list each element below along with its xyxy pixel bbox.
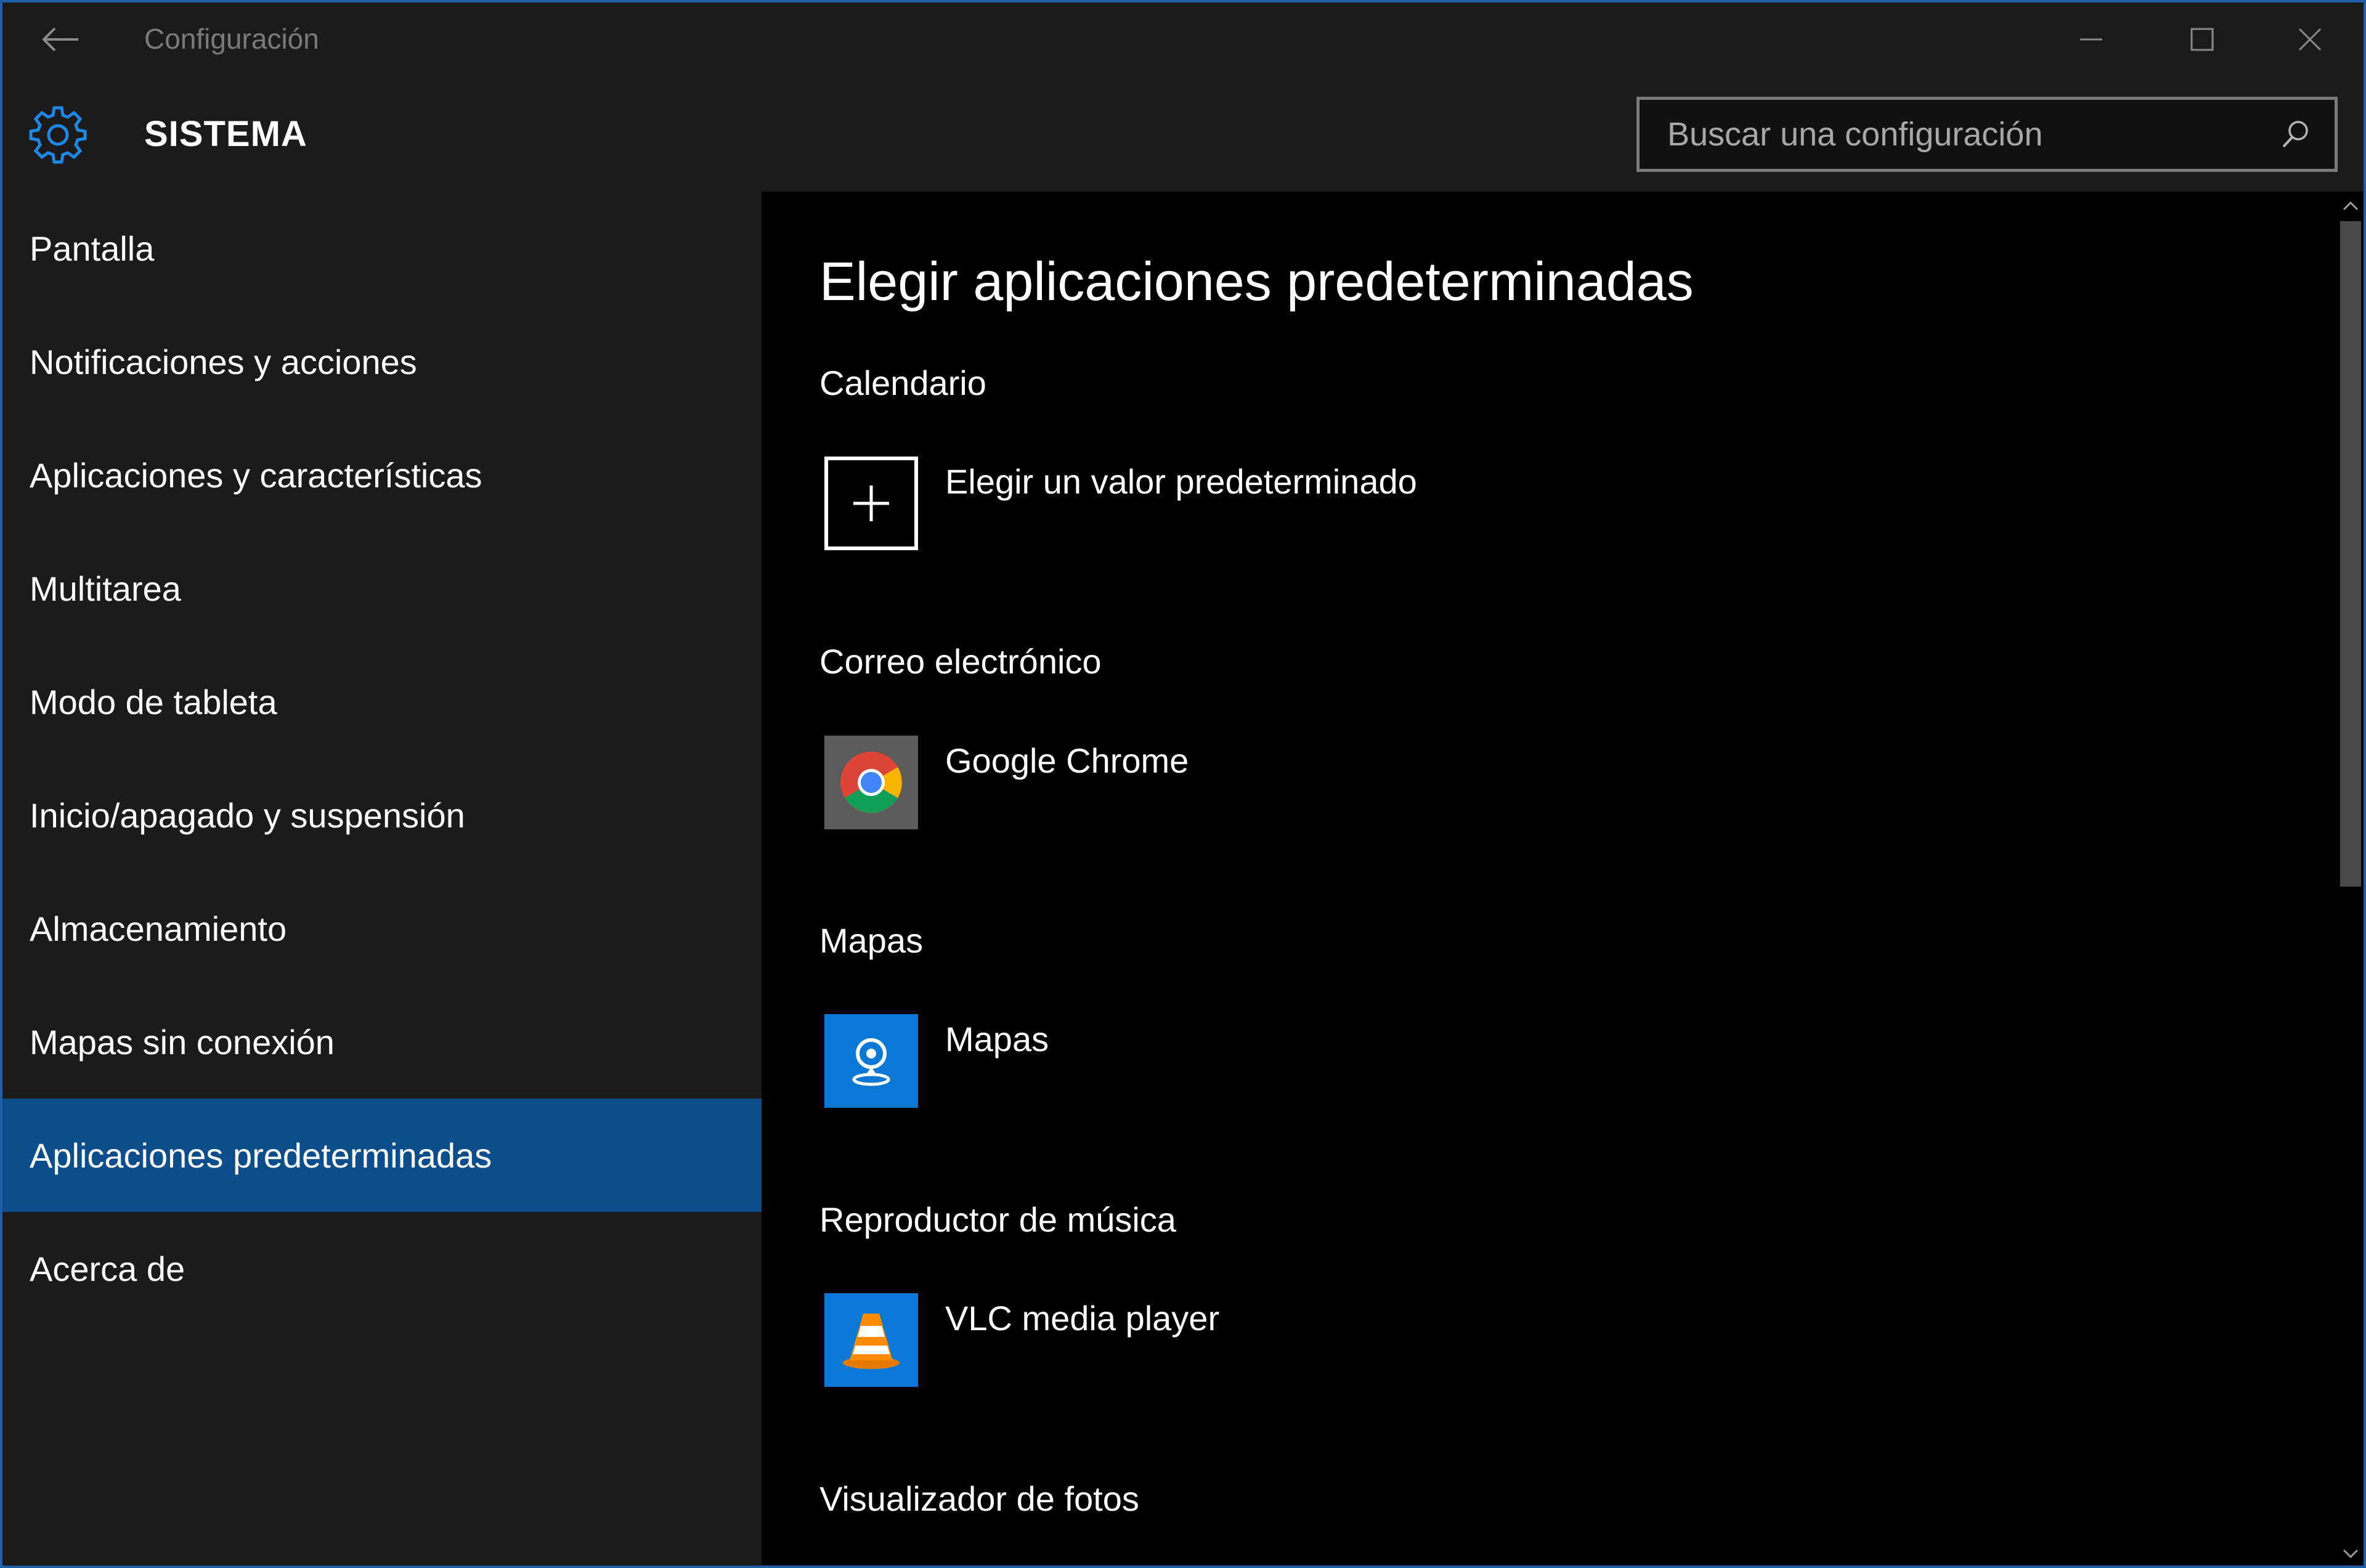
header: SISTEMA <box>2 79 2364 192</box>
title-bar: Configuración <box>2 2 2364 79</box>
default-app-calendario-button[interactable]: Elegir un valor predeterminado <box>819 457 1682 555</box>
category-label-correo: Correo electrónico <box>819 642 1102 681</box>
default-app-mapas-button[interactable]: Mapas <box>819 1014 1682 1113</box>
settings-window: Configuración SISTEMA Buscar una configu… <box>0 0 2366 1568</box>
sidebar-item-notificaciones[interactable]: Notificaciones y acciones <box>2 305 762 418</box>
window-title: Configuración <box>144 23 319 55</box>
maps-icon <box>824 1014 918 1108</box>
chrome-icon <box>824 736 918 829</box>
search-box[interactable] <box>1636 97 2338 172</box>
sidebar-item-inicio-apagado[interactable]: Inicio/apagado y suspensión <box>2 758 762 872</box>
main-content: Elegir aplicaciones predeterminadas Cale… <box>762 192 2335 1566</box>
search-icon[interactable] <box>2268 107 2323 162</box>
app-name-correo: Google Chrome <box>945 741 1189 780</box>
back-button[interactable] <box>27 15 95 64</box>
chevron-up-icon <box>2343 201 2359 211</box>
sidebar: Pantalla Notificaciones y acciones Aplic… <box>2 192 762 1566</box>
app-name-mapas: Mapas <box>945 1020 1049 1058</box>
search-input[interactable] <box>1640 99 2268 169</box>
default-app-correo-button[interactable]: Google Chrome <box>819 736 1682 834</box>
close-icon <box>2298 28 2322 51</box>
gear-icon <box>29 106 87 164</box>
sidebar-item-aplicaciones-predeterminadas[interactable]: Aplicaciones predeterminadas <box>2 1099 762 1212</box>
chevron-down-icon <box>2343 1549 2359 1559</box>
sidebar-item-multitarea[interactable]: Multitarea <box>2 532 762 645</box>
sidebar-item-acerca-de[interactable]: Acerca de <box>2 1212 762 1325</box>
minimize-button[interactable] <box>2054 15 2128 64</box>
sidebar-item-aplicaciones[interactable]: Aplicaciones y características <box>2 418 762 532</box>
category-label-musica: Reproductor de música <box>819 1200 1176 1239</box>
category-label-mapas: Mapas <box>819 921 924 960</box>
sidebar-item-pantalla[interactable]: Pantalla <box>2 192 762 305</box>
vlc-icon <box>824 1293 918 1387</box>
section-title: SISTEMA <box>144 114 307 154</box>
page-title: Elegir aplicaciones predeterminadas <box>819 251 1694 312</box>
plus-icon <box>824 457 918 550</box>
maximize-icon <box>2190 28 2214 51</box>
back-arrow-icon <box>42 27 78 52</box>
scroll-thumb[interactable] <box>2340 221 2361 887</box>
scroll-down-button[interactable] <box>2335 1540 2364 1566</box>
app-name-calendario: Elegir un valor predeterminado <box>945 462 1417 501</box>
scrollbar[interactable] <box>2335 192 2364 1566</box>
sidebar-item-modo-tableta[interactable]: Modo de tableta <box>2 645 762 758</box>
sidebar-item-almacenamiento[interactable]: Almacenamiento <box>2 872 762 985</box>
category-label-calendario: Calendario <box>819 364 986 402</box>
maximize-button[interactable] <box>2165 15 2239 64</box>
default-app-musica-button[interactable]: VLC media player <box>819 1293 1682 1392</box>
sidebar-item-mapas-sin-conexion[interactable]: Mapas sin conexión <box>2 985 762 1099</box>
scroll-up-button[interactable] <box>2335 192 2364 220</box>
category-label-fotos: Visualizador de fotos <box>819 1479 1139 1518</box>
minimize-icon <box>2080 38 2102 41</box>
app-name-musica: VLC media player <box>945 1299 1220 1338</box>
close-button[interactable] <box>2273 15 2347 64</box>
